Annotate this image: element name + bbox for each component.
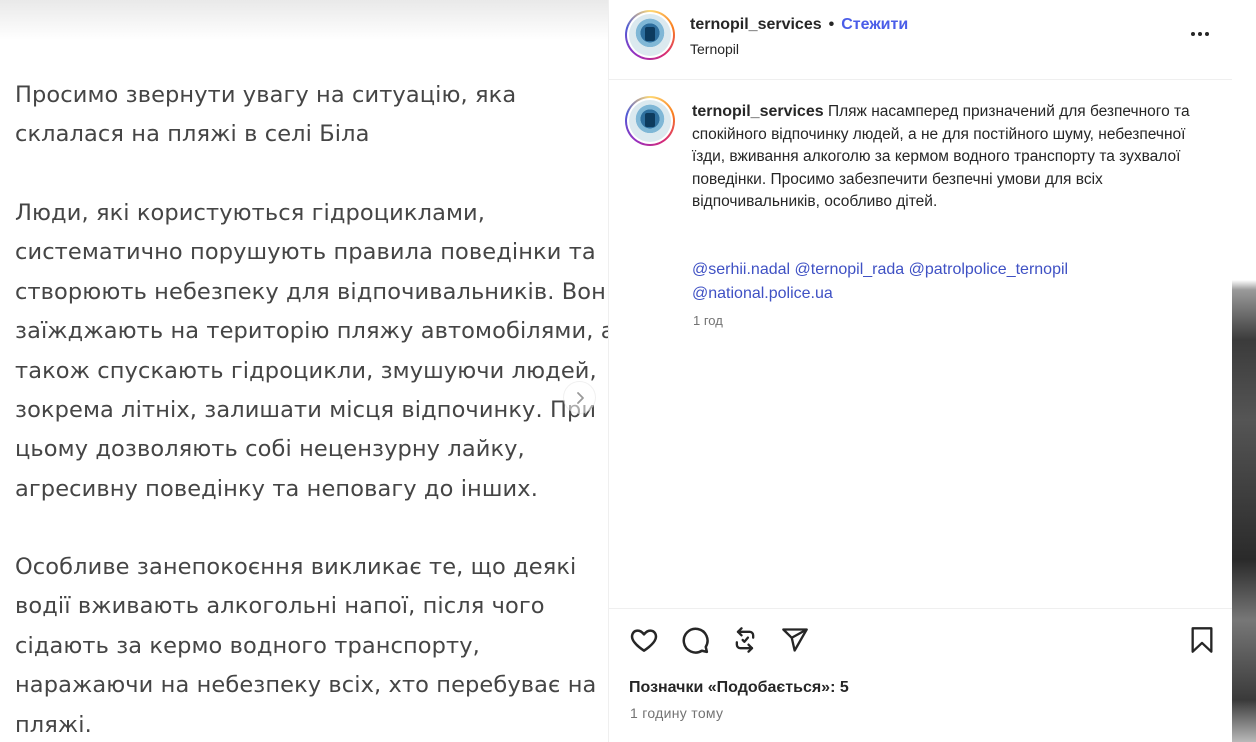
location-link[interactable]: Ternopil	[690, 41, 739, 57]
caption-mentions: @serhii.nadal @ternopil_rada @patrolpoli…	[692, 258, 1202, 306]
caption-section: ternopil_services Пляж насамперед призна…	[609, 80, 1233, 608]
background-photo	[1232, 0, 1256, 742]
share-button[interactable]	[778, 623, 812, 657]
media-text-line: агресивну поведінку та неповагу до інших…	[15, 475, 538, 502]
media-paragraph-1: Просимо звернути увагу на ситуацію, яка …	[15, 76, 516, 155]
caption-text-block: ternopil_services Пляж насамперед призна…	[692, 101, 1202, 214]
post-timestamp: 1 годину тому	[630, 705, 724, 721]
media-text-line: Особливе занепокоєння викликає те, що де…	[15, 554, 577, 580]
header-username-link[interactable]: ternopil_services	[690, 16, 822, 34]
save-button[interactable]	[1185, 623, 1219, 657]
chevron-right-icon	[576, 391, 584, 404]
heart-icon	[630, 629, 658, 652]
caption-time: 1 год	[693, 313, 723, 328]
more-options-button[interactable]	[1185, 24, 1215, 44]
media-text-line: водії вживають алкогольні напої, після ч…	[15, 593, 545, 620]
mention-link[interactable]: @serhii.nadal	[692, 261, 790, 278]
more-horizontal-icon	[1191, 32, 1209, 36]
post-header: ternopil_services • Стежити Ternopil	[609, 0, 1233, 80]
media-text-line: Люди, які користуються гідроциклами,	[15, 200, 486, 226]
media-top-fade	[0, 0, 608, 40]
media-text-line: Просимо звернути увагу на ситуацію, яка	[15, 82, 517, 108]
like-button[interactable]	[627, 623, 661, 657]
separator-dot: •	[828, 16, 835, 33]
caption-username-link[interactable]: ternopil_services	[692, 103, 824, 120]
media-text-line: сідають за кермо водного транспорту,	[15, 632, 480, 659]
avatar[interactable]	[625, 10, 675, 60]
media-paragraph-3: Особливе занепокоєння викликає те, що де…	[15, 548, 596, 742]
media-text-line: заїжджають на територію пляжу автомобіля…	[15, 318, 608, 345]
instagram-post-view: Просимо звернути увагу на ситуацію, яка …	[0, 0, 1256, 742]
mention-link[interactable]: @national.police.ua	[692, 285, 833, 302]
header-user-line: ternopil_services • Стежити	[690, 16, 908, 34]
media-text-line: зокрема літніх, залишати місця відпочинк…	[15, 397, 597, 424]
media-text-line: пляжі.	[15, 711, 92, 738]
avatar-image	[629, 100, 671, 142]
repost-icon	[735, 627, 755, 653]
media-text-line: створюють небезпеку для відпочивальників…	[15, 278, 608, 305]
media-text-line: склалася на пляжі в селі Біла	[15, 121, 370, 148]
repost-button[interactable]	[728, 623, 762, 657]
caption-avatar[interactable]	[625, 96, 675, 146]
share-icon	[782, 628, 808, 652]
likes-count[interactable]: Позначки «Подобається»: 5	[629, 679, 849, 697]
post-info-panel: ternopil_services • Стежити Ternopil ter…	[608, 0, 1233, 742]
media-text-line: цьому дозволяють собі нецензурну лайку,	[15, 436, 525, 463]
media-text-line: систематично порушують правила поведінки…	[15, 239, 596, 266]
next-slide-button[interactable]	[563, 381, 596, 414]
bookmark-icon	[1191, 627, 1213, 653]
media-text-line: також спускають гідроцикли, змушуючи люд…	[15, 357, 597, 384]
avatar-image	[629, 14, 671, 56]
comment-button[interactable]	[678, 623, 712, 657]
media-text-line: наражаючи на небезпеку всіх, хто перебув…	[15, 672, 597, 699]
comment-icon	[682, 627, 709, 654]
media-paragraph-2: Люди, які користуються гідроциклами, сис…	[15, 194, 608, 509]
action-bar: Позначки «Подобається»: 5 1 годину тому	[609, 608, 1233, 742]
mention-link[interactable]: @patrolpolice_ternopil	[909, 261, 1068, 278]
mention-link[interactable]: @ternopil_rada	[795, 261, 905, 278]
follow-button[interactable]: Стежити	[841, 16, 908, 34]
post-media[interactable]: Просимо звернути увагу на ситуацію, яка …	[0, 0, 608, 742]
